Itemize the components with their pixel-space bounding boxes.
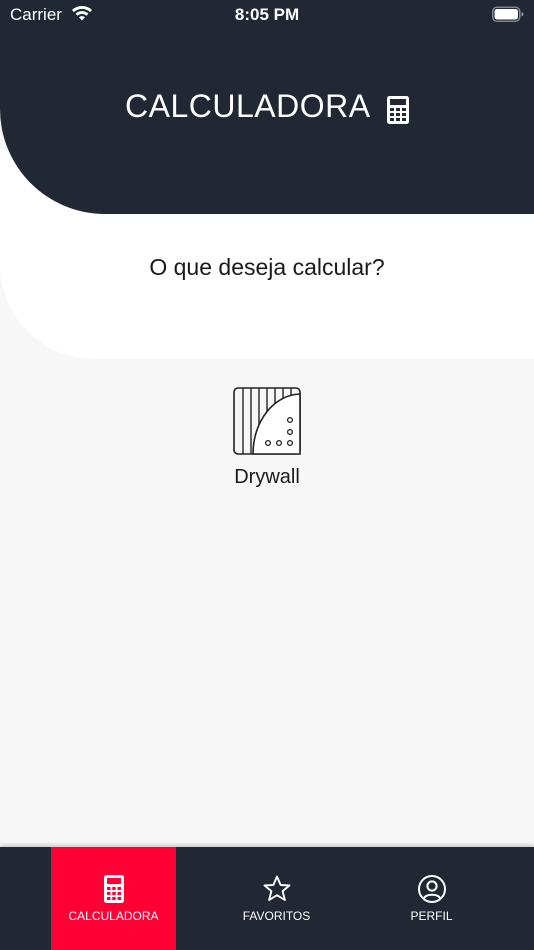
star-icon bbox=[263, 875, 291, 901]
page-title: CALCULADORA bbox=[124, 88, 371, 124]
tab-bar: CALCULADORA FAVORITOS PERFIL bbox=[0, 847, 534, 950]
calculator-icon bbox=[104, 875, 124, 903]
tab-calculadora[interactable]: CALCULADORA bbox=[51, 847, 176, 950]
tab-perfil-label: PERFIL bbox=[410, 909, 453, 923]
tab-favoritos-label: FAVORITOS bbox=[242, 909, 311, 923]
tab-calculadora-label: CALCULADORA bbox=[68, 909, 159, 923]
drywall-label[interactable]: Drywall bbox=[0, 466, 534, 489]
status-bar: Carrier 8:05 PM bbox=[0, 0, 534, 30]
header-title-wrap: CALCULADORA bbox=[0, 88, 534, 125]
status-time: 8:05 PM bbox=[234, 5, 300, 24]
profile-icon bbox=[418, 875, 446, 903]
tab-favoritos[interactable]: FAVORITOS bbox=[214, 847, 339, 950]
tab-perfil[interactable]: PERFIL bbox=[369, 847, 494, 950]
drywall-icon bbox=[233, 387, 301, 455]
prompt-text: O que deseja calcular? bbox=[149, 254, 385, 280]
battery-icon bbox=[492, 6, 524, 22]
calculator-icon bbox=[387, 95, 409, 124]
